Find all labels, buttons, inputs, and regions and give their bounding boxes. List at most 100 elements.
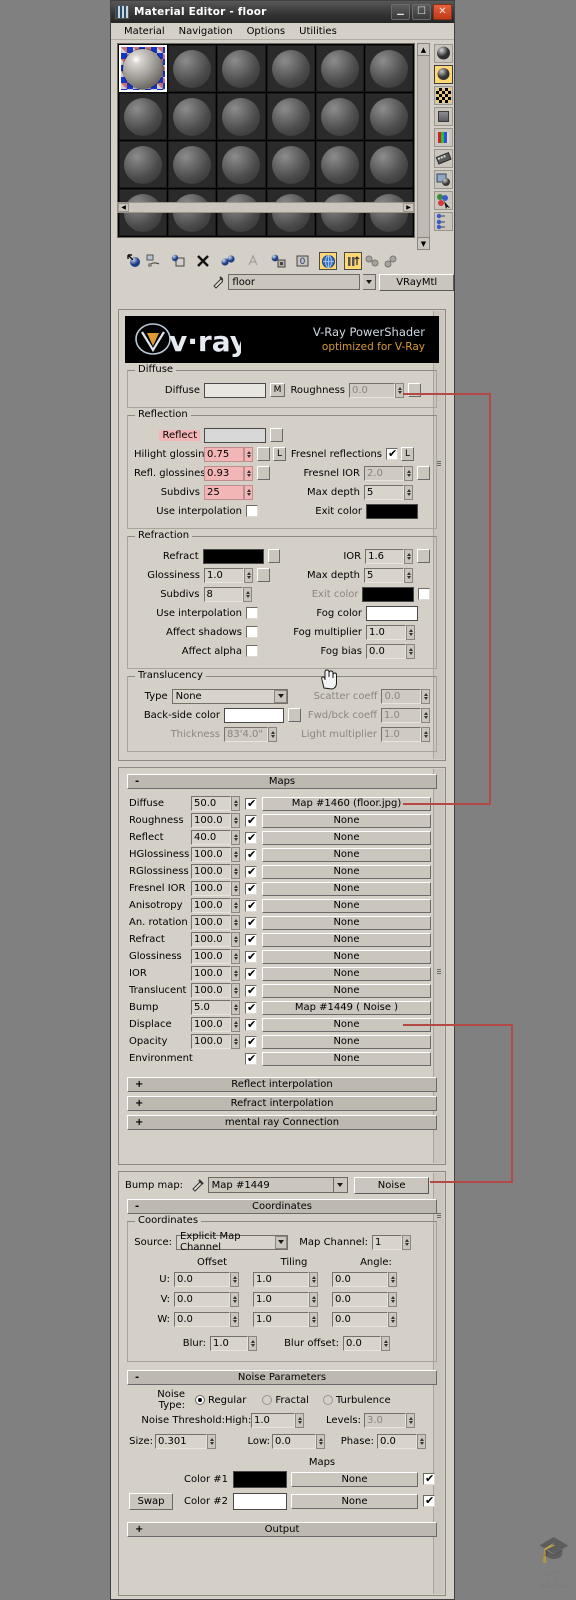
options-icon[interactable] [433, 170, 453, 189]
sample-slot[interactable] [315, 93, 364, 140]
slots-horizontal-scrollbar[interactable]: ◀ ▶ [117, 202, 415, 213]
maps-row-enable-checkbox[interactable] [245, 1018, 257, 1031]
maps-row-amount-spinner[interactable] [231, 847, 240, 862]
axis-offset-spinner[interactable] [230, 1312, 239, 1327]
map-channel-spinner[interactable] [402, 1234, 411, 1250]
refract-color-swatch[interactable] [202, 548, 264, 564]
axis-angle-spinner[interactable] [388, 1292, 397, 1307]
fresnel-lock-button[interactable]: L [401, 447, 414, 461]
refraction-max-depth-input[interactable]: 5 [364, 567, 404, 583]
maps-row-amount-spinner[interactable] [231, 915, 240, 930]
menu-item-utilities[interactable]: Utilities [292, 25, 344, 38]
maps-row-amount-input[interactable]: 100.0 [191, 915, 231, 930]
refraction-subdivs-input[interactable]: 8 [203, 586, 244, 602]
reflection-max-depth-spinner[interactable] [404, 484, 413, 500]
sample-slot[interactable] [168, 93, 217, 140]
axis-offset-input[interactable]: 0.0 [174, 1292, 230, 1307]
hilight-glossiness-map-button[interactable] [257, 447, 270, 461]
axis-angle-spinner[interactable] [388, 1272, 397, 1287]
maps-row-map-button[interactable]: Map #1449 ( Noise ) [262, 1000, 431, 1015]
fog-multiplier-spinner[interactable] [406, 624, 415, 640]
sub-rollout-header[interactable]: + mental ray Connection [127, 1115, 437, 1130]
maps-row-map-button[interactable]: None [262, 983, 431, 998]
eyedropper-icon[interactable] [190, 1178, 204, 1192]
color2-swatch[interactable] [233, 1492, 287, 1510]
maps-row-amount-input[interactable]: 100.0 [191, 881, 231, 896]
noise-size-input[interactable]: 0.301 [155, 1433, 207, 1449]
light-multiplier-spinner[interactable] [421, 726, 430, 742]
blur-offset-input[interactable]: 0.0 [343, 1335, 381, 1351]
bump-map-type-button[interactable]: Noise [354, 1176, 429, 1194]
axis-tiling-spinner[interactable] [309, 1312, 318, 1327]
maps-row-enable-checkbox[interactable] [245, 984, 257, 997]
refraction-ior-spinner[interactable] [404, 548, 414, 564]
axis-tiling-input[interactable]: 1.0 [253, 1272, 309, 1287]
maps-row-map-button[interactable]: None [262, 813, 431, 828]
refraction-max-depth-spinner[interactable] [404, 567, 413, 583]
sample-slot[interactable] [266, 93, 315, 140]
axis-angle-spinner[interactable] [388, 1312, 397, 1327]
assign-to-selection-icon[interactable] [169, 252, 187, 270]
maps-rollout-header[interactable]: - Maps [127, 774, 437, 789]
noise-low-spinner[interactable] [316, 1433, 325, 1449]
blur-input[interactable]: 1.0 [210, 1335, 248, 1351]
bump-map-name-input[interactable]: Map #1449 [207, 1177, 334, 1193]
noise-levels-spinner[interactable] [406, 1412, 415, 1428]
menu-item-navigation[interactable]: Navigation [172, 25, 240, 38]
maps-row-amount-input[interactable]: 100.0 [191, 949, 231, 964]
maps-row-enable-checkbox[interactable] [245, 967, 257, 980]
reflect-map-button[interactable] [270, 428, 283, 442]
make-material-copy-icon[interactable] [219, 252, 237, 270]
translucency-type-dropdown[interactable]: None [171, 688, 289, 704]
affect-shadows-checkbox[interactable] [246, 626, 258, 638]
maps-row-map-button[interactable]: None [262, 847, 431, 862]
material-effects-id-icon[interactable]: 0 [294, 252, 312, 270]
sample-uv-tiling-icon[interactable] [433, 107, 453, 126]
sub-rollout-header[interactable]: + Refract interpolation [127, 1096, 437, 1111]
material-name-input[interactable]: floor [228, 274, 360, 290]
sample-slot[interactable] [364, 93, 413, 140]
material-type-button[interactable]: VRayMtl [379, 273, 454, 291]
scroll-right-button[interactable]: ▶ [403, 203, 414, 212]
sample-slot[interactable] [266, 141, 315, 188]
map-channel-input[interactable]: 1 [372, 1234, 402, 1250]
fog-bias-input[interactable]: 0.0 [366, 643, 406, 659]
sample-slot[interactable] [217, 45, 266, 92]
maps-row-amount-spinner[interactable] [231, 983, 240, 998]
refraction-ior-map-button[interactable] [417, 549, 431, 563]
maps-row-amount-spinner[interactable] [231, 830, 240, 845]
sample-slot[interactable] [217, 93, 266, 140]
scroll-track[interactable] [417, 56, 430, 237]
make-preview-icon[interactable] [433, 149, 453, 168]
maps-row-amount-spinner[interactable] [231, 881, 240, 896]
color1-map-button[interactable]: None [291, 1471, 418, 1487]
noise-parameters-rollout-header[interactable]: - Noise Parameters [127, 1370, 437, 1385]
refl-glossiness-spinner[interactable] [244, 465, 253, 481]
maps-row-enable-checkbox[interactable] [245, 916, 257, 929]
color2-map-checkbox[interactable] [423, 1494, 435, 1507]
axis-angle-input[interactable]: 0.0 [332, 1272, 388, 1287]
axis-tiling-spinner[interactable] [309, 1272, 318, 1287]
sample-type-sphere-icon[interactable] [433, 44, 453, 63]
get-material-icon[interactable] [125, 252, 143, 270]
sample-slot[interactable] [315, 45, 364, 92]
maps-row-enable-checkbox[interactable] [245, 1052, 257, 1065]
maps-row-enable-checkbox[interactable] [245, 831, 257, 844]
maps-row-enable-checkbox[interactable] [245, 882, 257, 895]
blur-offset-spinner[interactable] [381, 1335, 390, 1351]
maps-row-amount-spinner[interactable] [231, 949, 240, 964]
slots-vertical-scrollbar[interactable]: ▲ ▼ [417, 43, 430, 250]
show-map-in-viewport-icon[interactable] [319, 252, 337, 270]
sample-slot[interactable] [315, 141, 364, 188]
maps-row-map-button[interactable]: None [262, 915, 431, 930]
maps-row-enable-checkbox[interactable] [245, 865, 257, 878]
refract-map-button[interactable] [267, 549, 281, 563]
maps-row-amount-input[interactable]: 50.0 [191, 796, 231, 811]
diffuse-color-swatch[interactable] [204, 382, 266, 398]
refraction-glossiness-map-button[interactable] [257, 568, 270, 582]
refraction-use-interpolation-checkbox[interactable] [246, 607, 258, 619]
bump-map-dropdown-arrow[interactable] [333, 1177, 349, 1193]
maps-row-map-button[interactable]: None [262, 881, 431, 896]
maps-row-amount-input[interactable]: 5.0 [191, 1000, 231, 1015]
output-rollout-header[interactable]: + Output [127, 1522, 437, 1537]
